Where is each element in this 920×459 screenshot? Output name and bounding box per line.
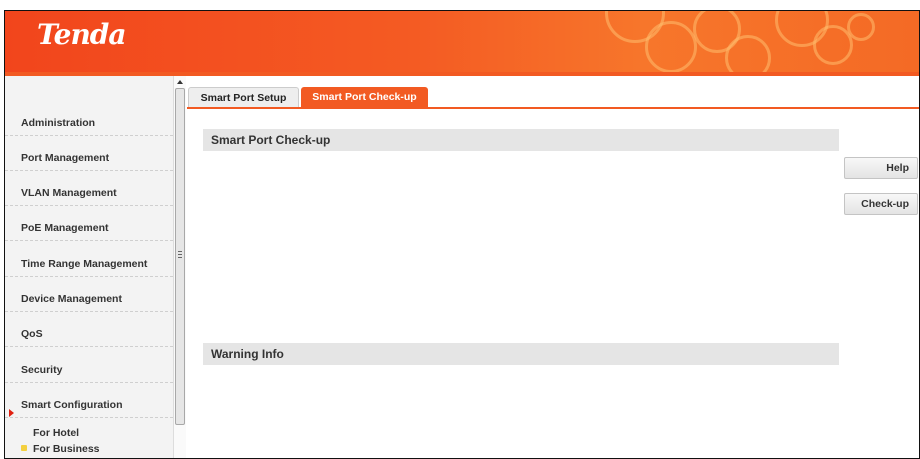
check-up-button[interactable]: Check-up [844, 193, 918, 215]
grip-line [178, 251, 182, 252]
sidebar-item-qos[interactable]: QoS [5, 313, 173, 347]
sidebar-item-label: Device Management [21, 293, 122, 305]
sidebar-item-security[interactable]: Security [5, 349, 173, 383]
tab-smart-port-setup[interactable]: Smart Port Setup [188, 87, 299, 107]
sidebar-item-label: VLAN Management [21, 187, 117, 199]
grip-line [178, 254, 182, 255]
sidebar-item-poe-management[interactable]: PoE Management [5, 207, 173, 241]
sidebar-item-port-management[interactable]: Port Management [5, 137, 173, 171]
sidebar-item-device-management[interactable]: Device Management [5, 278, 173, 312]
decorative-circle [725, 35, 771, 72]
scroll-up-arrow-icon[interactable] [177, 80, 183, 84]
help-button[interactable]: Help [844, 157, 918, 179]
sidebar-item-time-range-management[interactable]: Time Range Management [5, 243, 173, 277]
app-window: Tenda Administration Port Management VLA… [4, 10, 920, 459]
tenda-logo[interactable]: Tenda [37, 18, 127, 51]
tab-underline [187, 107, 919, 109]
sidebar-nav: Administration Port Management VLAN Mana… [5, 76, 173, 458]
sidebar-item-label: QoS [21, 328, 43, 340]
header-banner: Tenda [5, 11, 919, 72]
section-title-check-up: Smart Port Check-up [203, 129, 839, 151]
tab-smart-port-check-up[interactable]: Smart Port Check-up [301, 87, 428, 107]
sidebar-item-administration[interactable]: Administration [5, 102, 173, 136]
decorative-circle [847, 13, 875, 41]
sidebar-item-label: Smart Configuration [21, 399, 123, 411]
sidebar-item-label: Time Range Management [21, 258, 148, 270]
sidebar-item-label: PoE Management [21, 222, 109, 234]
sidebar-item-label: Administration [21, 117, 96, 129]
sidebar-subitem-for-business[interactable]: For Business [5, 443, 100, 455]
sidebar-item-label: Port Management [21, 152, 110, 164]
section-title-warning-info: Warning Info [203, 343, 839, 365]
sidebar-item-label: Security [21, 364, 63, 376]
sidebar-item-vlan-management[interactable]: VLAN Management [5, 172, 173, 206]
sidebar-scrollbar[interactable] [173, 76, 186, 458]
sidebar-item-smart-configuration[interactable]: Smart Configuration [5, 384, 173, 418]
decorative-circle [645, 21, 697, 72]
expanded-arrow-icon [9, 409, 14, 417]
scrollbar-thumb[interactable] [175, 88, 185, 425]
sidebar-subitem-for-hotel[interactable]: For Hotel [5, 427, 79, 439]
grip-line [178, 257, 182, 258]
